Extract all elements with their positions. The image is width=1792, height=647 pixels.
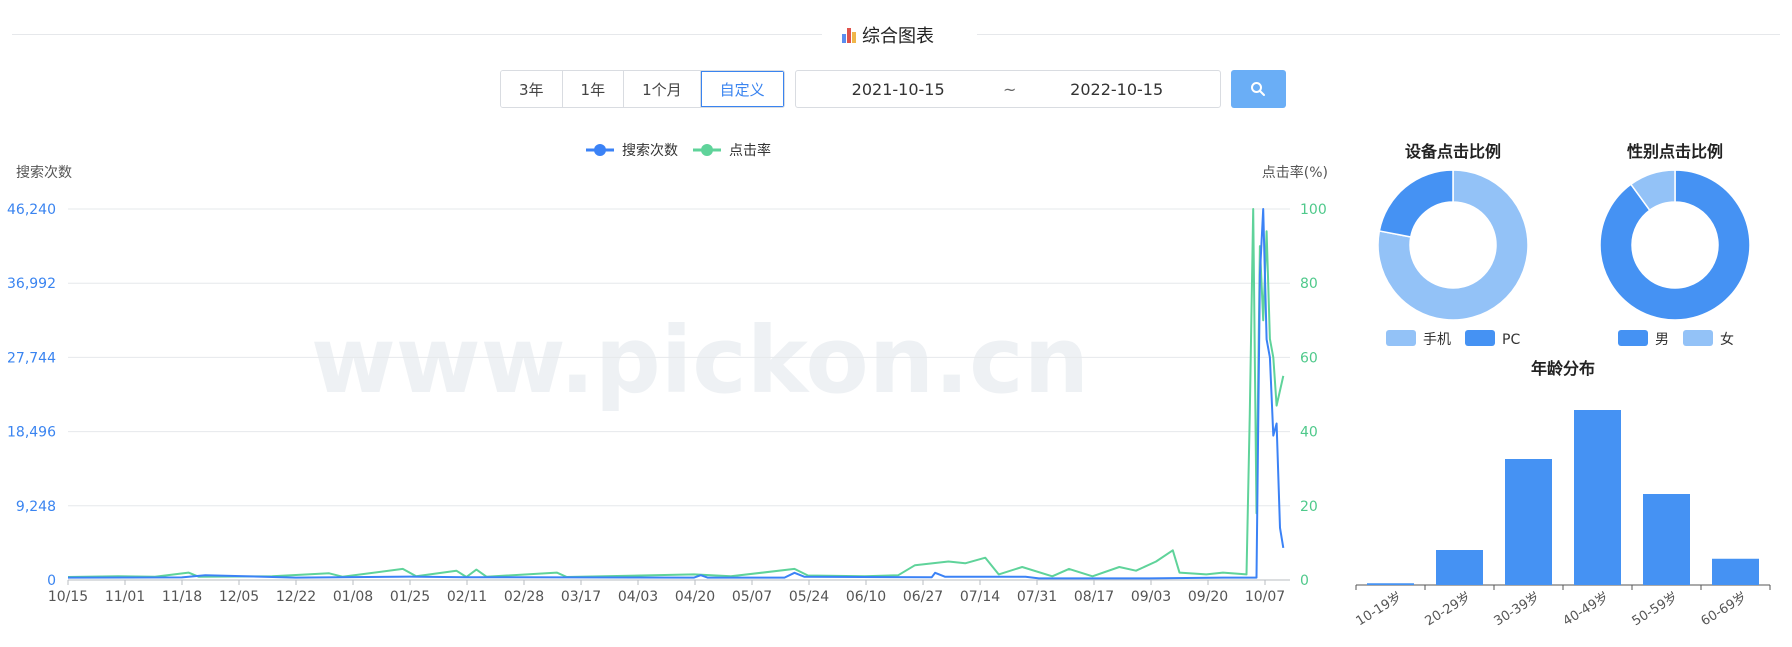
y-left-tick-label: 36,992 <box>7 276 56 292</box>
y-right-tick-label: 0 <box>1300 573 1309 589</box>
x-tick-label: 06/10 <box>846 589 886 605</box>
x-tick-label: 01/08 <box>333 589 373 605</box>
legend-swatch-pc <box>1465 330 1495 346</box>
pie-slice-PC[interactable] <box>1378 169 1454 238</box>
age-bar[interactable] <box>1367 583 1414 585</box>
x-tick-label: 02/28 <box>504 589 544 605</box>
gender-legend[interactable]: 男 女 <box>1618 330 1734 348</box>
device-legend[interactable]: 手机 PC <box>1386 330 1520 348</box>
legend-dot-search <box>594 144 606 156</box>
x-tick-label: 12/22 <box>276 589 316 605</box>
age-bar[interactable] <box>1436 550 1483 585</box>
x-tick-label: 09/20 <box>1188 589 1228 605</box>
y-right-tick-label: 80 <box>1300 276 1318 292</box>
legend-dot-ctr <box>701 144 713 156</box>
x-tick-label: 03/17 <box>561 589 601 605</box>
device-chart-title: 设备点击比例 <box>1405 142 1501 161</box>
x-tick-label: 06/27 <box>903 589 943 605</box>
x-tick-label: 07/31 <box>1017 589 1057 605</box>
legend-label-pc: PC <box>1502 332 1520 348</box>
age-category-label: 30-39岁 <box>1492 590 1543 630</box>
x-tick-label: 05/07 <box>732 589 772 605</box>
gender-click-ratio-chart: 性别点击比例 男 女 <box>1599 142 1751 348</box>
age-category-label: 40-49岁 <box>1561 590 1612 630</box>
x-tick-label: 04/03 <box>618 589 658 605</box>
x-tick-label: 01/25 <box>390 589 430 605</box>
age-distribution-chart: 年龄分布 10-19岁 20-29岁 30-39岁 40-49岁 50-59岁 60-69… <box>1354 359 1771 630</box>
x-tick-label: 10/15 <box>48 589 88 605</box>
legend-swatch-mobile <box>1386 330 1416 346</box>
age-bar[interactable] <box>1643 494 1690 585</box>
y-left-tick-label: 0 <box>47 573 56 589</box>
age-category-label: 10-19岁 <box>1354 590 1405 630</box>
legend-label-female: 女 <box>1720 331 1734 348</box>
age-bar[interactable] <box>1505 459 1552 585</box>
charts-canvas: www.pickon.cn 搜索次数 点击率 搜索次数 点击率(%) 0 9,24… <box>7 142 1771 630</box>
x-tick-label: 04/20 <box>675 589 715 605</box>
age-chart-title: 年龄分布 <box>1531 359 1595 378</box>
legend-swatch-female <box>1683 330 1713 346</box>
gender-chart-title: 性别点击比例 <box>1627 142 1723 161</box>
y-left-tick-label: 9,248 <box>16 499 56 515</box>
legend-swatch-male <box>1618 330 1648 346</box>
legend-label-ctr: 点击率 <box>729 142 771 159</box>
watermark: www.pickon.cn <box>311 307 1089 414</box>
legend-label-mobile: 手机 <box>1423 332 1451 348</box>
chart-legend[interactable]: 搜索次数 点击率 <box>586 142 771 159</box>
x-tick-label: 10/07 <box>1245 589 1285 605</box>
age-bar[interactable] <box>1574 410 1621 585</box>
age-category-label: 50-59岁 <box>1630 590 1681 630</box>
y-left-tick-label: 27,744 <box>7 350 56 366</box>
x-tick-label: 11/18 <box>162 589 202 605</box>
device-click-ratio-chart: 设备点击比例 手机 PC <box>1377 142 1529 348</box>
legend-label-male: 男 <box>1655 332 1669 348</box>
age-category-label: 60-69岁 <box>1699 590 1750 630</box>
y-left-tick-label: 46,240 <box>7 202 56 218</box>
legend-label-search: 搜索次数 <box>622 142 678 159</box>
y-right-tick-label: 60 <box>1300 350 1318 366</box>
y-right-tick-label: 40 <box>1300 425 1318 441</box>
x-tick-label: 02/11 <box>447 589 487 605</box>
age-category-label: 20-29岁 <box>1423 590 1474 630</box>
x-tick-label: 05/24 <box>789 589 829 605</box>
y-axis-right-title: 点击率(%) <box>1262 164 1328 181</box>
x-tick-label: 07/14 <box>960 589 1000 605</box>
x-tick-label: 08/17 <box>1074 589 1114 605</box>
x-tick-label: 11/01 <box>105 589 145 605</box>
x-tick-label: 12/05 <box>219 589 259 605</box>
y-axis-left-title: 搜索次数 <box>16 164 72 181</box>
y-right-tick-label: 20 <box>1300 499 1318 515</box>
y-right-tick-label: 100 <box>1300 202 1327 218</box>
age-bar[interactable] <box>1712 558 1759 585</box>
y-left-tick-label: 18,496 <box>7 425 56 441</box>
x-tick-label: 09/03 <box>1131 589 1171 605</box>
